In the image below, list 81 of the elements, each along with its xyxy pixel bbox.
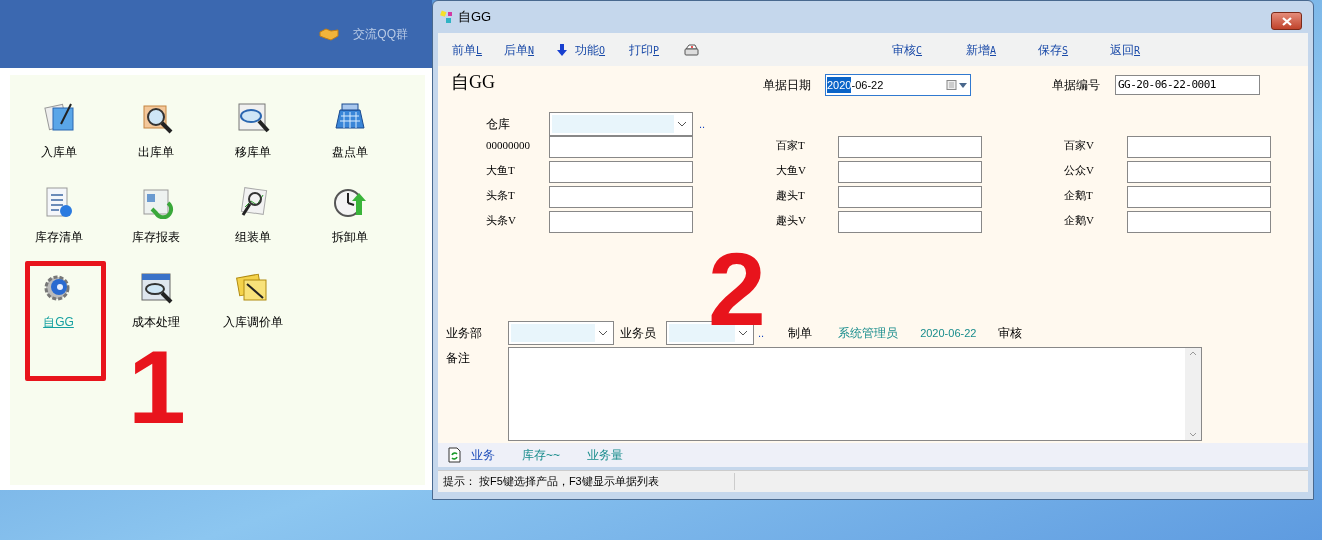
field-label: 企鹅T — [1064, 188, 1094, 203]
warehouse-dropdown[interactable] — [549, 112, 693, 136]
input-field[interactable] — [549, 186, 693, 208]
remark-label: 备注 — [446, 350, 471, 367]
input-field[interactable] — [1127, 136, 1271, 158]
field-label: 百家V — [1064, 138, 1095, 153]
toolbar-button[interactable]: 前单L — [452, 40, 483, 59]
date-picker[interactable]: 2020-06-22 — [825, 74, 971, 96]
calendar-icon — [946, 80, 968, 90]
toolbar-button[interactable]: 返回R — [1110, 40, 1141, 59]
printer-icon[interactable] — [684, 43, 699, 56]
chevron-icon — [677, 121, 687, 127]
input-field[interactable] — [549, 136, 693, 158]
review-label: 审核 — [998, 325, 1023, 342]
module-link[interactable]: 移库单 — [234, 143, 271, 161]
module-link[interactable]: 组装单 — [234, 228, 271, 246]
module-link[interactable]: 入库单 — [40, 143, 77, 161]
field-label: 大鱼T — [486, 163, 516, 178]
module-link[interactable]: 成本处理 — [131, 313, 180, 331]
field-label: 公众V — [1064, 163, 1095, 178]
toolbar-button[interactable]: 功能O — [575, 40, 606, 59]
input-field[interactable] — [549, 211, 693, 233]
maker-name: 系统管理员 — [838, 325, 899, 342]
field-label: 头条T — [486, 188, 516, 203]
field-label: 趣头V — [776, 213, 807, 228]
scrollbar[interactable] — [1185, 348, 1201, 440]
remark-field[interactable] — [508, 347, 1202, 441]
salesman-label: 业务员 — [620, 325, 657, 342]
close-button[interactable] — [1271, 12, 1302, 30]
chevron-icon — [738, 330, 748, 336]
refresh-document-icon[interactable] — [448, 447, 461, 463]
step-number: 1 — [128, 350, 186, 424]
toolbar-button[interactable]: 审核C — [892, 40, 923, 59]
date-label: 单据日期 — [763, 77, 812, 94]
window-title: 自GG — [458, 8, 492, 27]
field-label: 头条V — [486, 213, 517, 228]
tab[interactable]: 业务量 — [587, 446, 647, 464]
tab[interactable]: 库存~~ — [522, 446, 587, 464]
number-label: 单据编号 — [1052, 77, 1101, 94]
toolbar-button[interactable]: 打印P — [629, 40, 660, 59]
module-link[interactable]: 盘点单 — [331, 143, 368, 161]
form-heading: 自GG — [451, 71, 496, 94]
tab[interactable]: 业务 — [471, 446, 522, 464]
input-field[interactable] — [838, 211, 982, 233]
scroll-down-icon[interactable] — [1189, 432, 1197, 437]
step-number: 2 — [708, 252, 766, 326]
field-label: 大鱼V — [776, 163, 807, 178]
input-field[interactable] — [1127, 161, 1271, 183]
module-link[interactable]: 库存报表 — [131, 228, 180, 246]
module-link[interactable]: 出库单 — [137, 143, 174, 161]
field-label: 00000000 — [486, 138, 531, 153]
input-field[interactable] — [1127, 186, 1271, 208]
field-label: 趣头T — [776, 188, 806, 203]
module-link[interactable]: 拆卸单 — [331, 228, 368, 246]
input-field[interactable] — [838, 136, 982, 158]
qq-group-link[interactable]: 交流QQ群 — [353, 25, 408, 43]
more-button[interactable]: .. — [699, 115, 706, 133]
close-icon — [1281, 16, 1292, 26]
chevron-icon — [598, 330, 608, 336]
input-field[interactable] — [838, 186, 982, 208]
app-icon — [440, 10, 454, 24]
maker-label: 制单 — [788, 325, 813, 342]
field-label: 百家T — [776, 138, 806, 153]
toolbar-button[interactable]: 新增A — [966, 40, 997, 59]
status-text: 提示： 按F5键选择产品，F3键显示单据列表 — [438, 473, 735, 490]
warehouse-label: 仓库 — [486, 116, 511, 133]
toolbar-button[interactable]: 保存S — [1038, 40, 1069, 59]
more-button[interactable]: .. — [758, 324, 765, 342]
module-link[interactable]: 库存清单 — [34, 228, 83, 246]
department-label: 业务部 — [446, 325, 483, 342]
number-field[interactable]: GG-20-06-22-0001 — [1115, 75, 1260, 95]
input-field[interactable] — [1127, 211, 1271, 233]
module-link[interactable]: 入库调价单 — [222, 313, 283, 331]
input-field[interactable] — [549, 161, 693, 183]
field-label: 企鹅V — [1064, 213, 1095, 228]
toolbar-button[interactable]: 后单N — [504, 40, 535, 59]
department-dropdown[interactable] — [508, 321, 614, 345]
maker-date: 2020-06-22 — [920, 325, 977, 341]
scroll-up-icon[interactable] — [1189, 351, 1197, 356]
input-field[interactable] — [838, 161, 982, 183]
arrow-down-icon — [557, 43, 567, 56]
